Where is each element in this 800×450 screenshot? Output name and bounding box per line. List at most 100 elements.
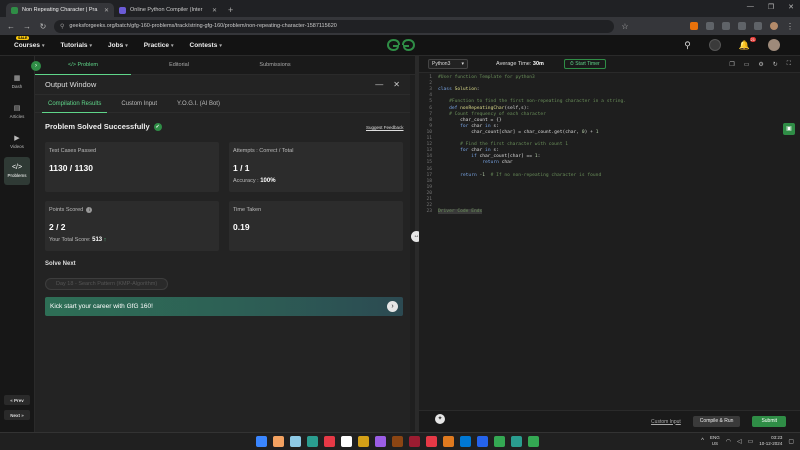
nav-tutorials[interactable]: Tutorials ▾ — [61, 42, 92, 49]
notifications-icon[interactable]: ▢ — [788, 438, 794, 445]
points-label-row: Points Scored i — [49, 207, 215, 213]
result-status: Problem Solved Successfully ✓ — [45, 122, 162, 131]
chat-icon[interactable]: ▣ — [783, 123, 795, 135]
extension-icon[interactable] — [722, 22, 730, 30]
reload-icon[interactable]: ↻ — [38, 22, 48, 31]
sidebar-item-videos[interactable]: ▶ Videos — [4, 127, 30, 155]
browser-tab-gfg[interactable]: Non Repeating Character | Pra ✕ — [6, 3, 114, 17]
nav-contests[interactable]: Contests ▾ — [190, 42, 222, 49]
browser-tab-compiler[interactable]: Online Python Compiler (Inter ✕ — [114, 3, 222, 17]
line-number: 19 — [426, 184, 432, 190]
taskbar-app-icon[interactable] — [273, 436, 284, 447]
dashboard-icon: ▦ — [13, 74, 21, 82]
fullscreen-icon[interactable]: ⛶ — [787, 61, 791, 68]
reset-icon[interactable]: ↻ — [773, 61, 778, 68]
taskbar-app-icon[interactable] — [528, 436, 539, 447]
compile-run-button[interactable]: Compile & Run — [692, 416, 741, 427]
search-icon[interactable]: ⚲ — [684, 40, 691, 51]
url-bar[interactable]: ⚲ geeksforgeeks.org/batch/gfg-160-proble… — [54, 19, 614, 33]
nav-courses[interactable]: SALE Courses ▾ — [14, 35, 45, 49]
sidebar-item-articles[interactable]: ▤ Articles — [4, 97, 30, 125]
ai-assistant-icon[interactable]: ✦ — [435, 414, 445, 424]
custom-input-link[interactable]: Custom Input — [651, 419, 681, 425]
status-text: Problem Solved Successfully — [45, 122, 150, 131]
code-editor[interactable]: 1 #User function Template for python3 2 3 cl… — [419, 73, 800, 410]
taskbar-app-icon[interactable] — [307, 436, 318, 447]
line-number: 23 — [426, 209, 432, 215]
taskbar-app-icon[interactable] — [494, 436, 505, 447]
extension-icon[interactable] — [706, 22, 714, 30]
taskbar-app-icon[interactable] — [375, 436, 386, 447]
taskbar-app-icon[interactable] — [256, 436, 267, 447]
maximize-window-icon[interactable]: ❐ — [768, 3, 774, 11]
test-cases-label: Test Cases Passed — [49, 148, 97, 154]
gfg-logo[interactable] — [386, 38, 416, 55]
tab-yogi-ai-bot[interactable]: Y.O.G.I. (AI Bot) — [171, 95, 226, 113]
taskbar-app-icon[interactable] — [392, 436, 403, 447]
code-token: s: — [493, 123, 499, 129]
clock[interactable]: 03:23 10-12-2024 — [759, 435, 782, 447]
taskbar-app-icon[interactable] — [511, 436, 522, 447]
battery-icon[interactable]: ▭ — [748, 438, 754, 445]
taskbar-app-icon[interactable] — [358, 436, 369, 447]
taskbar-app-icon[interactable] — [341, 436, 352, 447]
tab-problem[interactable]: </> Problem — [35, 56, 131, 75]
nav-jobs[interactable]: Jobs ▾ — [108, 42, 128, 49]
taskbar-app-icon[interactable] — [477, 436, 488, 447]
tab-submissions[interactable]: Submissions — [227, 56, 323, 75]
back-icon[interactable]: ← — [6, 22, 16, 31]
taskbar-app-icon[interactable] — [460, 436, 471, 447]
info-icon[interactable]: i — [86, 207, 93, 213]
next-problem-button[interactable]: Next » — [4, 410, 30, 420]
copy-icon[interactable]: ❐ — [729, 61, 734, 68]
wifi-icon[interactable]: ◠ — [726, 438, 731, 445]
taskbar-app-icon[interactable] — [426, 436, 437, 447]
user-avatar[interactable] — [768, 39, 780, 51]
sidebar-item-problems[interactable]: </> Problems — [4, 157, 30, 185]
code-token: Solution — [454, 87, 477, 93]
taskbar-app-icon[interactable] — [409, 436, 420, 447]
input-language[interactable]: ENG US — [710, 435, 720, 447]
arrow-right-icon[interactable]: › — [387, 301, 398, 312]
minimize-panel-icon[interactable]: — — [375, 80, 383, 89]
sidebar-item-dash[interactable]: ▦ Dash — [4, 67, 30, 95]
editor-toolbar: Python3 ▾ Average Time: 30m ⏱ Start Timer… — [419, 56, 800, 73]
taskbar-app-icon[interactable] — [290, 436, 301, 447]
extension-icon[interactable] — [690, 22, 698, 30]
browser-menu-icon[interactable]: ⋮ — [786, 22, 794, 31]
submit-button[interactable]: Submit — [752, 416, 786, 427]
bookmark-star-icon[interactable]: ☆ — [620, 22, 630, 31]
tab-editorial[interactable]: Editorial — [131, 56, 227, 75]
collapse-sidebar-icon[interactable]: › — [31, 61, 41, 71]
notifications-bell-icon[interactable]: 🔔 21 — [739, 36, 756, 51]
minimize-window-icon[interactable]: — — [747, 3, 754, 11]
suggest-feedback-link[interactable]: Suggest Feedback — [366, 125, 404, 130]
prev-problem-button[interactable]: « Prev — [4, 395, 30, 405]
forward-icon[interactable]: → — [22, 22, 32, 31]
close-window-icon[interactable]: ✕ — [788, 3, 794, 11]
sidebar-icon[interactable] — [754, 22, 762, 30]
extension-icon[interactable] — [738, 22, 746, 30]
taskbar-app-icon[interactable] — [324, 436, 335, 447]
code-text: # Count frequency of each character — [438, 112, 546, 118]
site-info-icon[interactable]: ⚲ — [60, 23, 64, 30]
taskbar-app-icon[interactable] — [443, 436, 454, 447]
volume-icon[interactable]: ◁ — [737, 438, 742, 445]
close-tab-icon[interactable]: ✕ — [212, 7, 217, 14]
start-timer-button[interactable]: ⏱ Start Timer — [563, 59, 606, 69]
tab-compilation-results[interactable]: Compilation Results — [42, 95, 108, 113]
nav-label: Courses — [14, 41, 41, 49]
tab-custom-input[interactable]: Custom Input — [115, 95, 163, 113]
new-tab-icon[interactable]: + — [222, 5, 239, 17]
nav-practice[interactable]: Practice ▾ — [144, 42, 174, 49]
close-tab-icon[interactable]: ✕ — [104, 7, 109, 14]
tray-chevron-icon[interactable]: ^ — [701, 438, 704, 444]
theme-toggle-icon[interactable] — [708, 39, 721, 51]
file-icon[interactable]: ▭ — [744, 61, 750, 68]
gfg160-banner[interactable]: Kick start your career with GfG 160! › — [45, 297, 403, 316]
profile-avatar[interactable] — [770, 22, 778, 30]
settings-icon[interactable]: ⚙ — [758, 61, 763, 68]
language-select[interactable]: Python3 ▾ — [428, 59, 468, 69]
next-problem-pill[interactable]: Day 18 - Search Pattern (KMP-Algorithm) — [45, 278, 169, 290]
close-panel-icon[interactable]: ✕ — [393, 80, 400, 89]
